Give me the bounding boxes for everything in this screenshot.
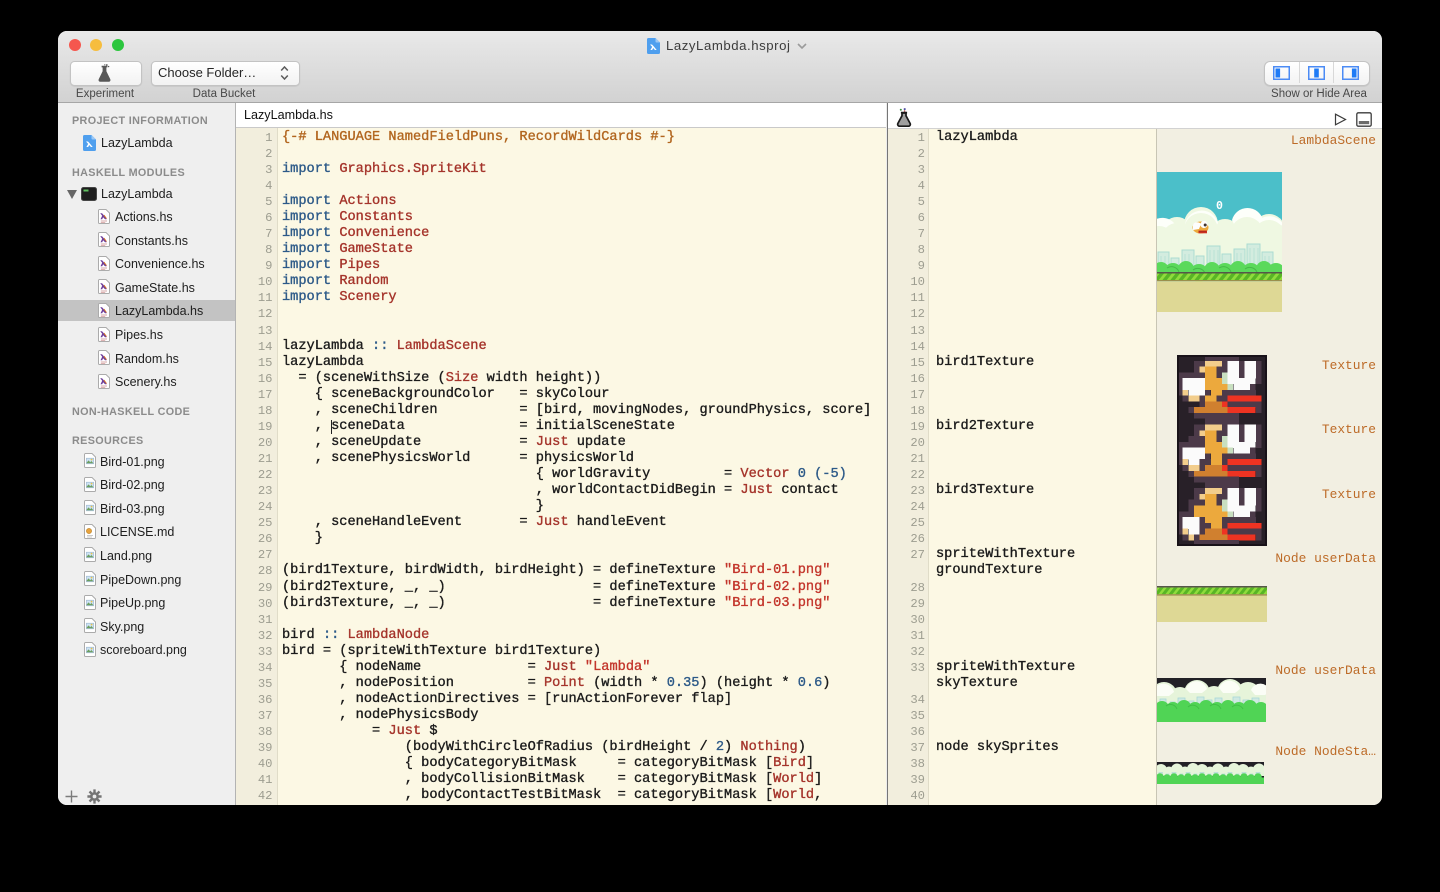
svg-text:0: 0 xyxy=(1216,200,1223,213)
